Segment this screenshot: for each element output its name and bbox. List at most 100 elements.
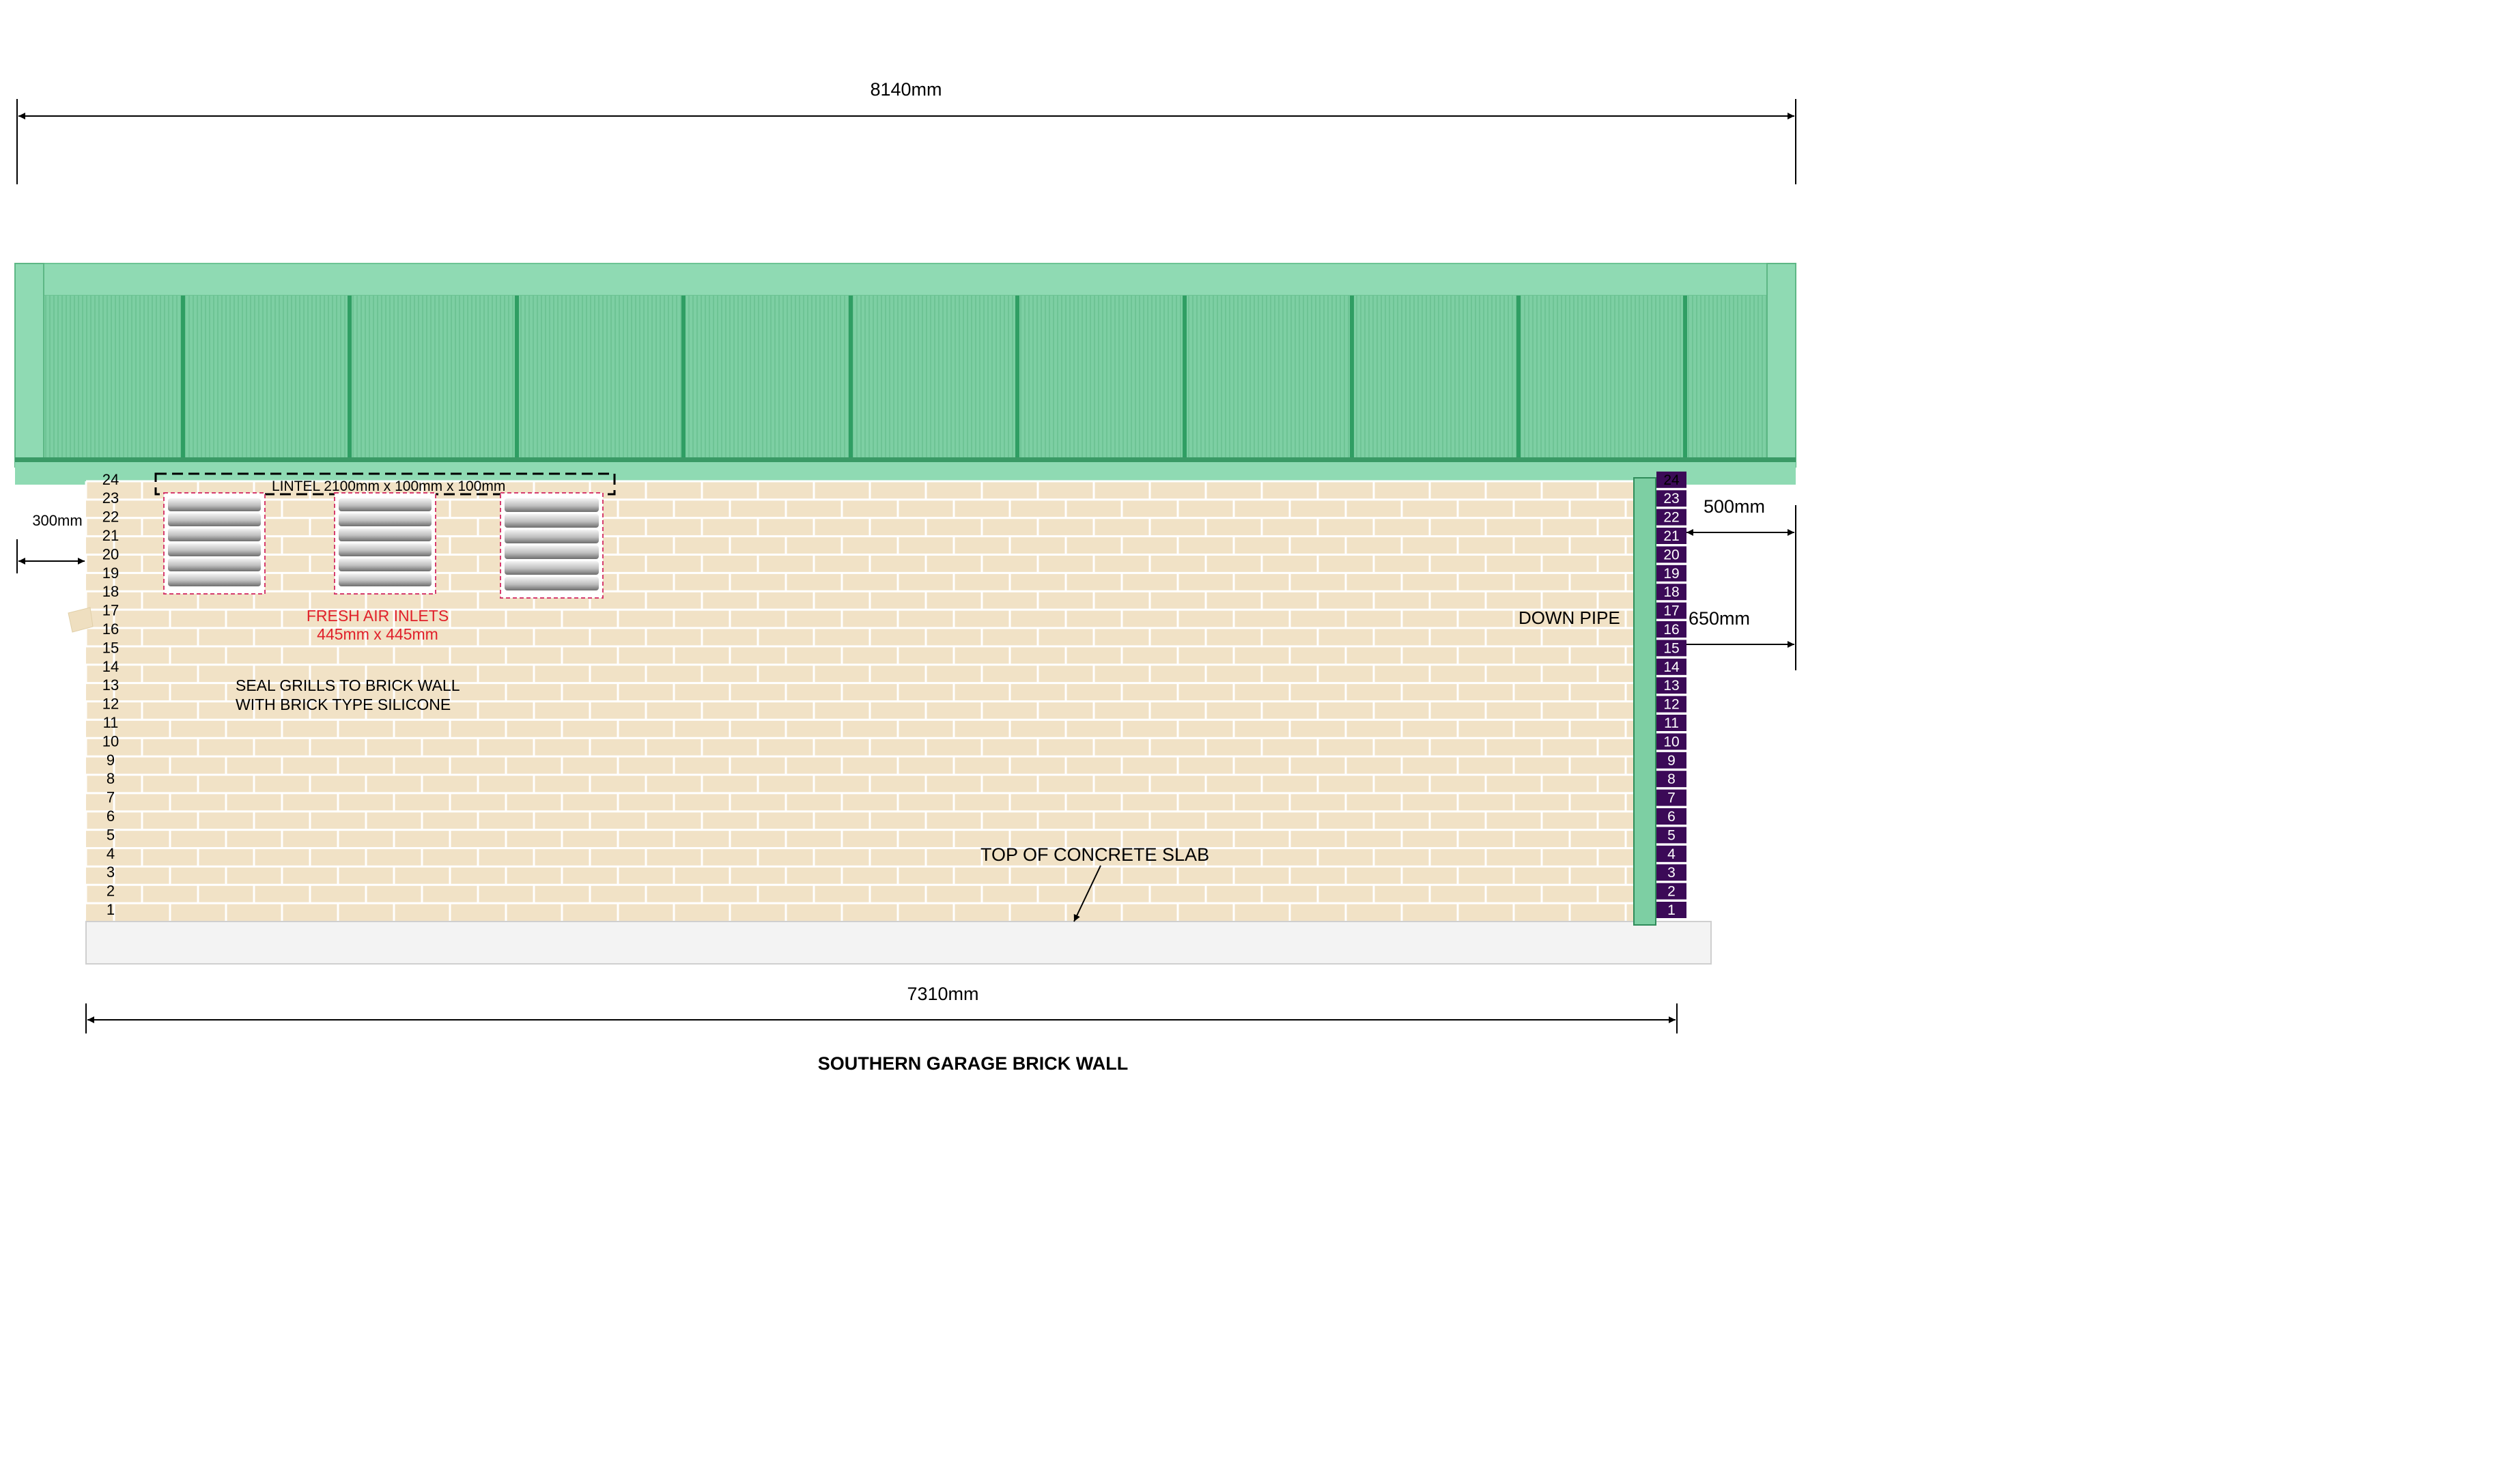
course-number-left: 18 [102,583,119,600]
course-number-left: 1 [107,901,115,918]
course-number-right: 21 [1663,528,1679,544]
right-offset-dimensions: 500mm 650mm [1686,496,1796,670]
course-number-left: 23 [102,489,119,506]
course-number-right: 19 [1663,566,1679,582]
course-number-left: 9 [107,752,115,769]
course-number-right: 12 [1663,697,1679,713]
lintel-label: LINTEL 2100mm x 100mm x 100mm [272,479,505,494]
right-offset-lower-label: 650mm [1689,608,1750,629]
course-number-left: 20 [102,545,119,562]
course-number-left: 2 [107,883,115,900]
course-number-right: 11 [1664,715,1679,731]
panel-seam [1683,296,1687,459]
course-number-left: 11 [103,714,119,731]
grill-slat [168,513,261,526]
course-number-left: 13 [102,676,119,694]
grill-slat [168,543,261,556]
grill-slat [168,498,261,511]
course-number-right: 15 [1663,640,1679,656]
down-pipe-label: DOWN PIPE [1519,608,1620,628]
course-number-right: 9 [1667,753,1676,769]
course-number-left: 16 [102,620,119,638]
course-number-right: 4 [1667,846,1676,862]
panel-seam [1183,296,1187,459]
left-offset-label: 300mm [32,512,82,529]
course-number-left: 4 [107,845,115,862]
grill-slat [339,498,432,511]
wall-length-label: 7310mm [907,984,978,1004]
course-number-left: 7 [107,789,115,806]
seal-note-line1: SEAL GRILLS TO BRICK WALL [236,676,460,694]
wall-length-dimension: 7310mm [85,984,1678,1033]
course-number-left: 15 [102,639,119,656]
course-number-left: 14 [102,658,119,675]
course-number-left: 12 [102,696,119,713]
course-number-right: 3 [1667,865,1676,881]
grill-slat [505,545,599,559]
course-number-right: 16 [1663,622,1679,638]
course-number-left: 22 [102,509,119,526]
course-number-right: 8 [1667,771,1676,787]
panel-seam [348,296,352,459]
grill-slat [505,498,599,512]
fresh-air-size: 445mm x 445mm [317,625,438,643]
course-number-right: 13 [1663,678,1679,694]
panel-seam [181,296,185,459]
course-number-left: 10 [102,732,119,750]
panel-seam [849,296,853,459]
course-number-left: 19 [102,565,119,582]
grill-slat [339,513,432,526]
course-number-right: 17 [1663,603,1679,619]
course-number-right: 5 [1667,827,1676,843]
overall-dimension: 8140mm [16,79,1796,184]
course-number-right: 6 [1667,809,1676,825]
course-numbers-right: 123456789101112131415161718192021222324 [1656,471,1686,918]
right-offset-upper-label: 500mm [1704,496,1765,517]
course-number-right: 10 [1663,734,1679,750]
grill-slat [505,577,599,590]
panel-seam [681,296,686,459]
course-number-right: 22 [1663,510,1679,526]
course-number-right: 2 [1667,884,1676,900]
left-offset-dimension: 300mm [16,512,85,573]
grill-slat [505,514,599,528]
grill-slat [505,530,599,543]
grill-slat [168,573,261,586]
fresh-air-title: FRESH AIR INLETS [307,607,449,625]
concrete-slab [85,921,1712,965]
course-number-right: 23 [1663,491,1679,506]
course-number-right: 14 [1663,659,1680,675]
course-number-right: 20 [1663,547,1679,562]
fresh-air-inlets [163,492,604,599]
course-number-left: 8 [107,770,115,787]
course-number-left: 5 [107,826,115,843]
course-number-right: 1 [1667,902,1676,918]
air-grill [334,492,436,595]
grill-slat [339,558,432,571]
course-number-left: 17 [102,602,119,619]
garage-wall-elevation: 8140mm LINTEL 2100mm x 100mm x 100mm FRE… [14,79,1796,1074]
panel-seam [1015,296,1019,459]
concrete-slab-label: TOP OF CONCRETE SLAB [980,844,1209,865]
course-number-left: 3 [107,864,115,881]
drawing-title: SOUTHERN GARAGE BRICK WALL [818,1053,1129,1074]
seal-note-line2: WITH BRICK TYPE SILICONE [236,696,451,713]
course-number-left: 24 [102,471,119,488]
grill-slat [505,561,599,575]
course-number-right: 7 [1667,790,1676,806]
course-number-left: 21 [102,527,119,544]
panel-seam [1516,296,1521,459]
air-grill [163,492,266,595]
down-pipe [1633,477,1656,926]
overall-width-label: 8140mm [870,79,942,100]
grill-slat [168,558,261,571]
grill-slat [339,573,432,586]
panel-seam [1350,296,1354,459]
grill-slat [339,528,432,541]
grill-slat [339,543,432,556]
panel-seam [515,296,519,459]
course-number-right: 24 [1663,472,1680,488]
roof-fascia [14,263,1796,485]
course-number-right: 18 [1663,584,1679,600]
air-grill [500,492,604,599]
